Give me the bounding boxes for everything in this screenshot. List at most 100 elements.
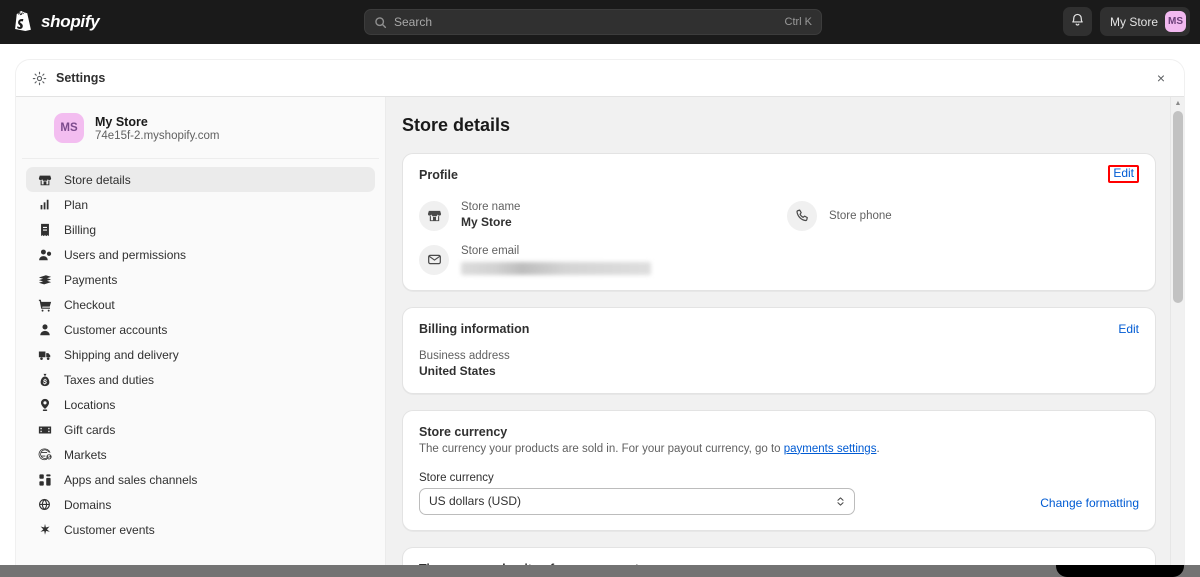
sidebar-item-label: Billing <box>64 222 97 237</box>
scrollbar-thumb[interactable] <box>1173 111 1183 303</box>
store-phone-label: Store phone <box>829 209 892 222</box>
close-icon[interactable]: × <box>1152 69 1170 87</box>
business-address-label: Business address <box>419 349 510 362</box>
business-address-value: United States <box>419 363 496 378</box>
sidebar-item-locations[interactable]: Locations <box>26 392 375 417</box>
settings-sidebar: MS My Store 74e15f-2.myshopify.com Store… <box>16 97 386 577</box>
sidebar-item-plan[interactable]: Plan <box>26 192 375 217</box>
sidebar-item-billing[interactable]: Billing <box>26 217 375 242</box>
gear-icon <box>32 71 47 86</box>
globe-icon <box>38 498 52 512</box>
sidebar-item-label: Plan <box>64 197 89 212</box>
receipt-icon <box>38 223 52 237</box>
sidebar-item-label: Gift cards <box>64 422 116 437</box>
chevron-updown-icon <box>836 496 845 507</box>
sidebar-item-customer-events[interactable]: Customer events <box>26 517 375 542</box>
store-currency-select-label: Store currency <box>419 471 494 484</box>
chart-bar-icon <box>38 198 52 212</box>
store-currency-selected-value: US dollars (USD) <box>429 494 522 509</box>
sidebar-item-users-and-permissions[interactable]: Users and permissions <box>26 242 375 267</box>
settings-nav: Store details Plan Billing Users and per… <box>16 159 385 542</box>
sparkle-icon <box>38 523 52 537</box>
location-pin-icon <box>38 398 52 412</box>
gift-card-icon <box>38 423 52 437</box>
bell-icon <box>1070 12 1085 32</box>
shopping-cart-icon <box>38 298 52 312</box>
store-name-field: Store name My Store <box>419 200 771 231</box>
sidebar-item-label: Customer accounts <box>64 322 168 337</box>
chevron-up-icon[interactable]: ▲ <box>1171 97 1184 110</box>
money-bag-icon <box>38 373 52 387</box>
sidebar-item-label: Checkout <box>64 297 115 312</box>
sidebar-store-name: My Store <box>95 114 148 129</box>
search-icon <box>374 16 387 29</box>
payments-settings-link[interactable]: payments settings <box>784 443 877 455</box>
currency-card-description: The currency your products are sold in. … <box>419 443 1139 455</box>
topbar-actions: My Store MS <box>1062 7 1190 36</box>
sidebar-item-label: Customer events <box>64 522 155 537</box>
currency-description-period: . <box>876 442 880 455</box>
sidebar-item-label: Apps and sales channels <box>64 472 198 487</box>
profile-card: Profile Edit Store name My Store Store e… <box>402 153 1156 291</box>
modal-body: MS My Store 74e15f-2.myshopify.com Store… <box>16 97 1184 577</box>
sidebar-item-checkout[interactable]: Checkout <box>26 292 375 317</box>
sidebar-item-shipping-and-delivery[interactable]: Shipping and delivery <box>26 342 375 367</box>
sidebar-item-taxes-and-duties[interactable]: Taxes and duties <box>26 367 375 392</box>
sidebar-item-domains[interactable]: Domains <box>26 492 375 517</box>
sidebar-item-label: Store details <box>64 172 131 187</box>
sidebar-item-gift-cards[interactable]: Gift cards <box>26 417 375 442</box>
sidebar-item-customer-accounts[interactable]: Customer accounts <box>26 317 375 342</box>
sidebar-item-payments[interactable]: Payments <box>26 267 375 292</box>
window-bottom-accent <box>1056 565 1184 577</box>
store-account-menu[interactable]: My Store MS <box>1099 7 1190 36</box>
billing-edit-link[interactable]: Edit <box>1118 322 1139 336</box>
store-name-value: My Store <box>461 214 512 229</box>
store-email-value-redacted <box>461 261 651 275</box>
store-phone-field: Store phone <box>787 200 1139 231</box>
store-name-label: Store name <box>461 200 521 213</box>
phone-icon <box>787 200 817 231</box>
store-currency-card: Store currency The currency your product… <box>402 409 1156 531</box>
sidebar-item-markets[interactable]: Markets <box>26 442 375 467</box>
billing-card-title: Billing information <box>419 321 530 336</box>
billing-information-card: Billing information Edit Business addres… <box>402 306 1156 394</box>
sidebar-item-label: Markets <box>64 447 107 462</box>
sidebar-item-label: Shipping and delivery <box>64 347 179 362</box>
window-bottom-strip <box>0 565 1200 577</box>
sidebar-store-url: 74e15f-2.myshopify.com <box>95 129 220 142</box>
search-placeholder: Search <box>394 15 433 29</box>
top-navigation-bar: shopify Search Ctrl K My Store MS <box>0 0 1200 44</box>
store-account-label: My Store <box>1109 14 1158 29</box>
currency-card-title: Store currency <box>419 424 508 439</box>
modal-title: Settings <box>56 71 106 85</box>
content-scrollbar[interactable]: ▲ ▼ <box>1170 97 1184 577</box>
shopify-logo[interactable]: shopify <box>14 11 100 33</box>
sidebar-item-label: Domains <box>64 497 112 512</box>
payment-card-icon <box>38 273 52 287</box>
notifications-button[interactable] <box>1062 7 1092 36</box>
store-currency-select[interactable]: US dollars (USD) <box>419 487 855 515</box>
change-formatting-link[interactable]: Change formatting <box>1040 496 1139 515</box>
profile-edit-link[interactable]: Edit <box>1108 165 1139 183</box>
sidebar-item-apps-and-sales-channels[interactable]: Apps and sales channels <box>26 467 375 492</box>
avatar: MS <box>1165 11 1186 32</box>
store-icon <box>419 200 449 231</box>
apps-grid-icon <box>38 473 52 487</box>
globe-dollar-icon <box>38 447 52 462</box>
modal-header: Settings × <box>16 60 1184 97</box>
avatar: MS <box>54 113 84 143</box>
person-add-icon <box>38 248 52 262</box>
settings-modal: Settings × MS My Store 74e15f-2.myshopif… <box>16 60 1184 577</box>
sidebar-item-label: Users and permissions <box>64 247 187 262</box>
search-shortcut-hint: Ctrl K <box>784 16 813 28</box>
global-search-input[interactable]: Search Ctrl K <box>364 9 822 35</box>
sidebar-item-label: Taxes and duties <box>64 372 155 387</box>
shopify-bag-logo-icon <box>14 11 34 33</box>
store-email-field: Store email <box>419 244 771 275</box>
settings-content: Store details Profile Edit Store name My… <box>386 97 1184 577</box>
page-title: Store details <box>402 115 511 135</box>
sidebar-item-store-details[interactable]: Store details <box>26 167 375 192</box>
store-email-label: Store email <box>461 244 520 257</box>
sidebar-store-header[interactable]: MS My Store 74e15f-2.myshopify.com <box>22 97 379 159</box>
truck-icon <box>38 348 52 362</box>
